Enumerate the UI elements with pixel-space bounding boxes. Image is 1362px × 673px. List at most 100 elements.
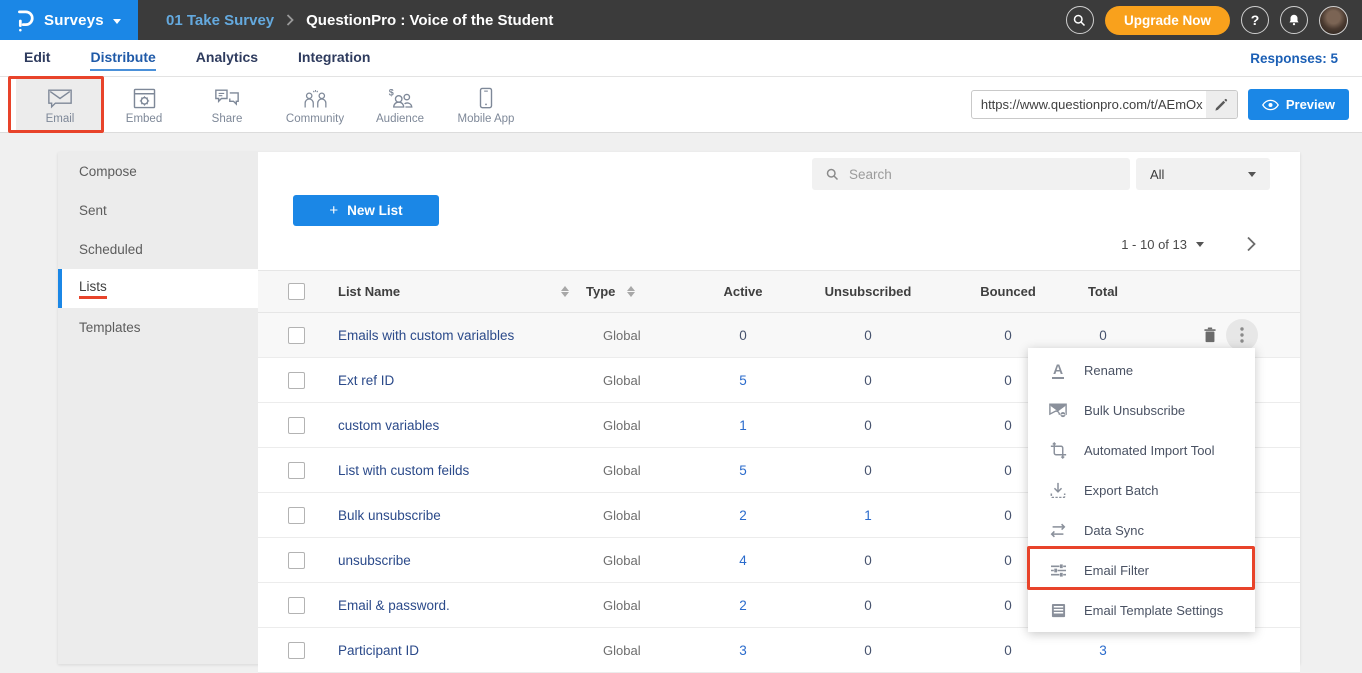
responses-count[interactable]: Responses: 5 <box>1250 51 1338 66</box>
unsubscribed-count[interactable]: 0 <box>783 463 953 478</box>
row-checkbox[interactable] <box>288 372 305 389</box>
global-search-button[interactable] <box>1066 6 1094 34</box>
search-icon <box>825 167 840 182</box>
sidebar-item-scheduled[interactable]: Scheduled <box>58 230 258 269</box>
list-name-link[interactable]: Emails with custom varialbles <box>338 328 583 343</box>
active-count[interactable]: 2 <box>703 598 783 613</box>
list-name-link[interactable]: List with custom feilds <box>338 463 583 478</box>
eye-icon <box>1262 99 1279 111</box>
help-button[interactable]: ? <box>1241 6 1269 34</box>
active-count[interactable]: 4 <box>703 553 783 568</box>
toolbar-item-share[interactable]: Share <box>184 77 270 133</box>
table-header-row: List Name Type Active Unsubscribed Bounc… <box>258 270 1300 313</box>
column-header-bounced: Bounced <box>953 284 1063 299</box>
sidebar-item-sent[interactable]: Sent <box>58 191 258 230</box>
menu-item-bulk-unsubscribe[interactable]: Bulk Unsubscribe <box>1028 390 1255 430</box>
plus-icon: + <box>329 202 338 219</box>
active-count[interactable]: 1 <box>703 418 783 433</box>
unsubscribed-count[interactable]: 0 <box>783 373 953 388</box>
tab-distribute[interactable]: Distribute <box>90 46 155 71</box>
menu-item-rename[interactable]: A Rename <box>1028 350 1255 390</box>
tab-edit[interactable]: Edit <box>24 46 50 71</box>
menu-item-automated-import-tool[interactable]: Automated Import Tool <box>1028 430 1255 470</box>
select-all-checkbox[interactable] <box>288 283 305 300</box>
new-list-button[interactable]: + New List <box>293 195 439 226</box>
upgrade-now-button[interactable]: Upgrade Now <box>1105 6 1230 35</box>
pagination: 1 - 10 of 13 <box>1121 228 1256 260</box>
unsubscribed-count[interactable]: 0 <box>783 643 953 658</box>
survey-url-input[interactable] <box>972 97 1206 112</box>
active-count[interactable]: 3 <box>703 643 783 658</box>
list-name-link[interactable]: Participant ID <box>338 643 583 658</box>
row-checkbox[interactable] <box>288 552 305 569</box>
sidebar-item-lists[interactable]: Lists <box>58 269 258 308</box>
user-avatar[interactable] <box>1319 6 1348 35</box>
menu-item-email-template-settings[interactable]: Email Template Settings <box>1028 590 1255 630</box>
sort-list-name-icon[interactable] <box>561 286 569 297</box>
tab-analytics[interactable]: Analytics <box>196 46 258 71</box>
column-header-active: Active <box>703 284 783 299</box>
list-search-box <box>812 158 1130 190</box>
unsubscribed-count[interactable]: 1 <box>783 508 953 523</box>
email-filter-icon <box>1049 561 1067 579</box>
active-count[interactable]: 5 <box>703 373 783 388</box>
list-search-input[interactable] <box>849 167 1130 182</box>
list-name-link[interactable]: Email & password. <box>338 598 583 613</box>
preview-button[interactable]: Preview <box>1248 89 1349 120</box>
surveys-product-switcher[interactable]: Surveys <box>0 0 138 40</box>
toolbar-item-audience[interactable]: $ Audience <box>360 77 440 133</box>
table-row[interactable]: Participant ID Global 3 0 0 3 <box>258 628 1300 673</box>
unsubscribed-count[interactable]: 0 <box>783 328 953 343</box>
menu-item-data-sync[interactable]: Data Sync <box>1028 510 1255 550</box>
row-menu-button[interactable] <box>1226 319 1258 351</box>
page-title: QuestionPro : Voice of the Student <box>306 12 553 29</box>
questionpro-distribute-lists-page: { "colors": { "accent_blue": "#1b87e6", … <box>0 0 1362 664</box>
toolbar-item-email[interactable]: Email <box>16 77 104 133</box>
row-checkbox[interactable] <box>288 462 305 479</box>
active-count[interactable]: 5 <box>703 463 783 478</box>
list-name-link[interactable]: Bulk unsubscribe <box>338 508 583 523</box>
column-header-unsubscribed: Unsubscribed <box>783 284 953 299</box>
bounced-count[interactable]: 0 <box>953 328 1063 343</box>
row-checkbox[interactable] <box>288 417 305 434</box>
tab-integration[interactable]: Integration <box>298 46 370 71</box>
breadcrumb-survey-link[interactable]: 01 Take Survey <box>166 12 274 29</box>
sidebar-item-templates[interactable]: Templates <box>58 308 258 347</box>
chevron-down-icon <box>1196 242 1204 247</box>
toolbar-item-community[interactable]: Community <box>270 77 360 133</box>
delete-list-button[interactable] <box>1198 322 1222 348</box>
unsubscribed-count[interactable]: 0 <box>783 553 953 568</box>
notifications-button[interactable] <box>1280 6 1308 34</box>
unsubscribed-count[interactable]: 0 <box>783 598 953 613</box>
data-sync-icon <box>1049 521 1067 539</box>
row-checkbox[interactable] <box>288 597 305 614</box>
toolbar-item-mobile-app[interactable]: Mobile App <box>440 77 532 133</box>
edit-url-button[interactable] <box>1206 91 1237 118</box>
pencil-icon <box>1214 98 1228 112</box>
bulk-unsubscribe-icon <box>1049 401 1067 419</box>
sort-type-icon[interactable] <box>627 286 635 297</box>
column-header-type: Type <box>586 284 615 299</box>
active-count[interactable]: 2 <box>703 508 783 523</box>
list-name-link[interactable]: Ext ref ID <box>338 373 583 388</box>
survey-url-field <box>971 90 1238 119</box>
list-filter-dropdown[interactable]: All <box>1136 158 1270 190</box>
active-count[interactable]: 0 <box>703 328 783 343</box>
list-name-link[interactable]: custom variables <box>338 418 583 433</box>
toolbar-item-embed[interactable]: Embed <box>104 77 184 133</box>
row-checkbox[interactable] <box>288 507 305 524</box>
row-checkbox[interactable] <box>288 642 305 659</box>
row-checkbox[interactable] <box>288 327 305 344</box>
list-name-link[interactable]: unsubscribe <box>338 553 583 568</box>
pagination-range-dropdown[interactable]: 1 - 10 of 13 <box>1121 237 1204 252</box>
pagination-next-button[interactable] <box>1246 236 1256 252</box>
bounced-count[interactable]: 0 <box>953 643 1063 658</box>
menu-item-email-filter[interactable]: Email Filter <box>1028 550 1255 590</box>
email-sidebar: Compose Sent Scheduled Lists Templates <box>58 152 258 664</box>
vertical-dots-icon <box>1240 327 1244 343</box>
unsubscribed-count[interactable]: 0 <box>783 418 953 433</box>
total-count[interactable]: 0 <box>1063 328 1143 343</box>
sidebar-item-compose[interactable]: Compose <box>58 152 258 191</box>
total-count[interactable]: 3 <box>1063 643 1143 658</box>
menu-item-export-batch[interactable]: Export Batch <box>1028 470 1255 510</box>
